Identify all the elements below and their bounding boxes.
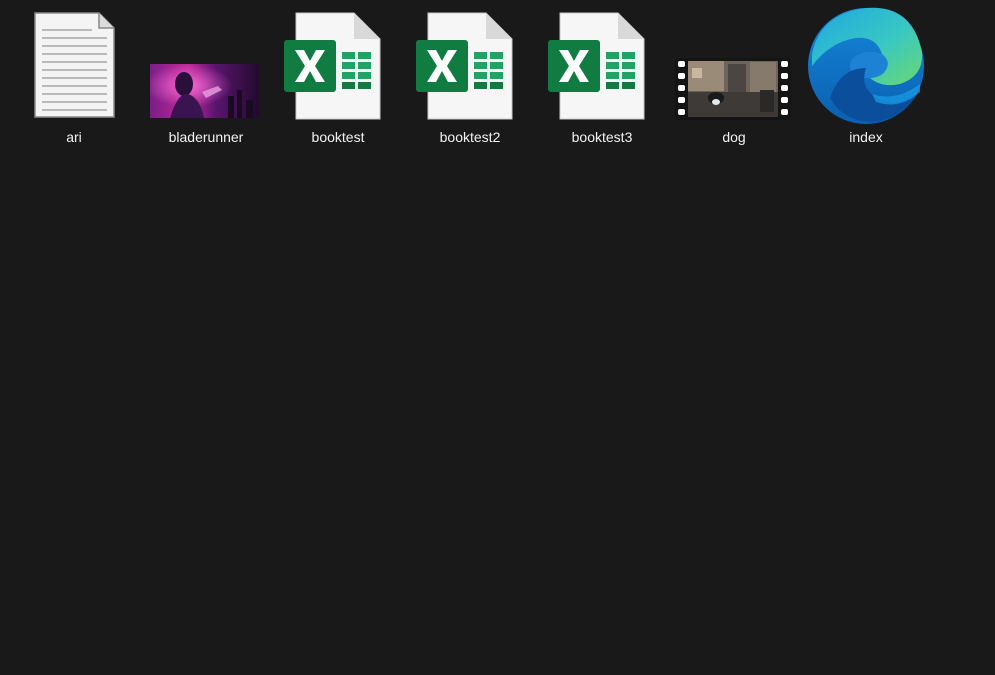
file-ari[interactable]: ari xyxy=(8,0,140,150)
file-dog[interactable]: dog xyxy=(668,0,800,150)
excel-icon xyxy=(272,6,404,126)
file-name-label: ari xyxy=(66,129,82,145)
image-thumbnail-icon xyxy=(140,6,272,126)
edge-icon xyxy=(800,6,932,126)
excel-icon xyxy=(404,6,536,126)
file-name-label: dog xyxy=(722,129,746,145)
video-thumbnail-icon xyxy=(668,6,800,126)
file-booktest2[interactable]: booktest2 xyxy=(404,0,536,150)
file-booktest3[interactable]: booktest3 xyxy=(536,0,668,150)
file-explorer-view: ari bladerunner booktest booktest2 bookt… xyxy=(0,0,995,675)
file-index[interactable]: index xyxy=(800,0,932,150)
excel-icon xyxy=(536,6,668,126)
file-bladerunner[interactable]: bladerunner xyxy=(140,0,272,150)
file-name-label: bladerunner xyxy=(168,129,244,145)
file-name-label: booktest2 xyxy=(439,129,501,145)
text-document-icon xyxy=(8,6,140,126)
file-booktest[interactable]: booktest xyxy=(272,0,404,150)
file-name-label: booktest3 xyxy=(571,129,633,145)
file-name-label: index xyxy=(849,129,883,145)
file-name-label: booktest xyxy=(311,129,365,145)
